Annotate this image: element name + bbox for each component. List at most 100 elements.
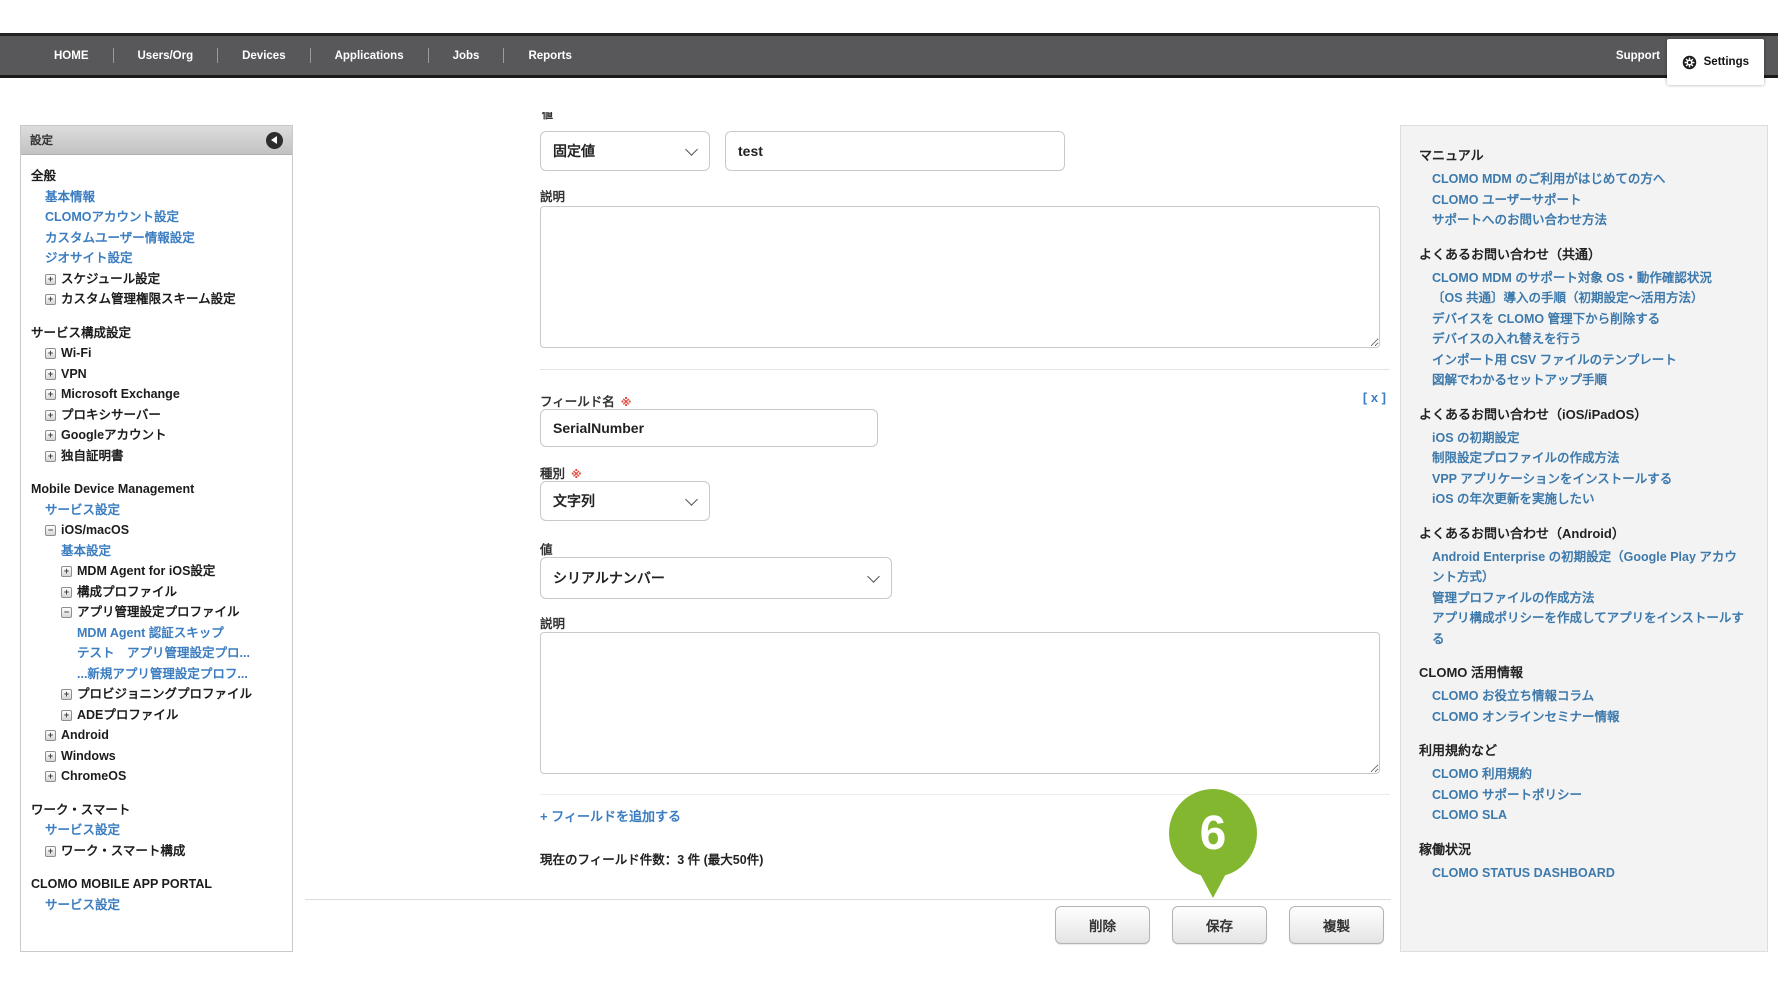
help-link[interactable]: Android Enterprise の初期設定（Google Play アカウ… — [1419, 547, 1749, 588]
help-link[interactable]: CLOMO ユーザーサポート — [1419, 190, 1749, 211]
description-textarea-2[interactable] — [540, 632, 1380, 774]
sidebar-item[interactable]: テスト アプリ管理設定プロ... — [31, 643, 282, 664]
sidebar-item-label[interactable]: 構成プロファイル — [77, 585, 177, 599]
collapse-sidebar-icon[interactable] — [266, 132, 283, 149]
expand-icon[interactable]: + — [45, 846, 56, 857]
value-type-select[interactable]: 固定値 — [540, 131, 710, 171]
sidebar-item-label[interactable]: Android — [61, 728, 109, 742]
help-link[interactable]: CLOMO SLA — [1419, 805, 1749, 826]
sidebar-item-label[interactable]: Wi-Fi — [61, 346, 91, 360]
sidebar-item-label[interactable]: プロキシサーバー — [61, 408, 161, 422]
field-kind-select[interactable]: 文字列 — [540, 481, 710, 521]
sidebar-item[interactable]: + プロビジョニングプロファイル — [31, 684, 282, 705]
help-link[interactable]: インポート用 CSV ファイルのテンプレート — [1419, 350, 1749, 371]
sidebar-item[interactable]: −iOS/macOS — [31, 520, 282, 541]
sidebar-item-label[interactable]: テスト アプリ管理設定プロ... — [77, 646, 250, 660]
sidebar-item[interactable]: サービス設定 — [31, 820, 282, 841]
expand-icon[interactable]: + — [45, 369, 56, 380]
help-link[interactable]: CLOMO 利用規約 — [1419, 764, 1749, 785]
nav-item-applications[interactable]: Applications — [311, 50, 428, 62]
delete-button[interactable]: 削除 — [1055, 906, 1150, 944]
sidebar-item[interactable]: + Wi-Fi — [31, 343, 282, 364]
help-link[interactable]: CLOMO MDM のご利用がはじめての方へ — [1419, 169, 1749, 190]
help-link[interactable]: 図解でわかるセットアップ手順 — [1419, 370, 1749, 391]
sidebar-item[interactable]: +ワーク・スマート構成 — [31, 841, 282, 862]
nav-tab-settings[interactable]: Settings — [1667, 39, 1764, 85]
nav-item-home[interactable]: HOME — [30, 50, 113, 62]
sidebar-item[interactable]: +Microsoft Exchange — [31, 384, 282, 405]
expand-icon[interactable]: + — [61, 710, 72, 721]
sidebar-item-label[interactable]: ...新規アプリ管理設定プロフ... — [77, 667, 248, 681]
sidebar-item[interactable]: ...新規アプリ管理設定プロフ... — [31, 664, 282, 685]
nav-item-support[interactable]: Support — [1616, 36, 1660, 75]
sidebar-item-label[interactable]: アプリ管理設定プロファイル — [77, 605, 240, 619]
help-link[interactable]: iOS の初期設定 — [1419, 428, 1749, 449]
expand-icon[interactable]: + — [45, 274, 56, 285]
sidebar-item[interactable]: +Googleアカウント — [31, 425, 282, 446]
expand-icon[interactable]: + — [45, 294, 56, 305]
duplicate-button[interactable]: 複製 — [1289, 906, 1384, 944]
sidebar-item-label[interactable]: 基本設定 — [61, 544, 111, 558]
fixed-value-input[interactable] — [725, 131, 1065, 171]
sidebar-item[interactable]: CLOMOアカウント設定 — [31, 207, 282, 228]
sidebar-item-label[interactable]: スケジュール設定 — [61, 272, 160, 286]
field-value-select[interactable]: シリアルナンバー — [540, 557, 892, 599]
expand-icon[interactable]: + — [45, 348, 56, 359]
help-link[interactable]: 制限設定プロファイルの作成方法 — [1419, 448, 1749, 469]
help-link[interactable]: VPP アプリケーションをインストールする — [1419, 469, 1749, 490]
sidebar-item-label[interactable]: MDM Agent for iOS設定 — [77, 564, 215, 578]
sidebar-item-label[interactable]: VPN — [61, 367, 87, 381]
help-link[interactable]: 管理プロファイルの作成方法 — [1419, 588, 1749, 609]
expand-icon[interactable]: + — [45, 730, 56, 741]
sidebar-item-label[interactable]: プロビジョニングプロファイル — [77, 687, 252, 701]
expand-icon[interactable]: + — [45, 751, 56, 762]
collapse-icon[interactable]: − — [45, 525, 56, 536]
expand-icon[interactable]: + — [61, 587, 72, 598]
sidebar-item[interactable]: カスタムユーザー情報設定 — [31, 228, 282, 249]
expand-icon[interactable]: + — [61, 689, 72, 700]
help-link[interactable]: CLOMO オンラインセミナー情報 — [1419, 707, 1749, 728]
sidebar-item-label[interactable]: サービス設定 — [45, 823, 120, 837]
expand-icon[interactable]: + — [45, 410, 56, 421]
sidebar-item[interactable]: + プロキシサーバー — [31, 405, 282, 426]
sidebar-item[interactable]: +独自証明書 — [31, 446, 282, 467]
help-link[interactable]: サポートへのお問い合わせ方法 — [1419, 210, 1749, 231]
nav-item-devices[interactable]: Devices — [218, 50, 309, 62]
sidebar-item-label[interactable]: サービス設定 — [45, 503, 120, 517]
sidebar-item-label[interactable]: ADEプロファイル — [77, 708, 178, 722]
nav-item-users-org[interactable]: Users/Org — [114, 50, 218, 62]
sidebar-item[interactable]: + カスタム管理権限スキーム設定 — [31, 289, 282, 310]
expand-icon[interactable]: + — [45, 451, 56, 462]
help-link[interactable]: 〔OS 共通〕導入の手順（初期設定～活用方法） — [1419, 288, 1749, 309]
help-link[interactable]: iOS の年次更新を実施したい — [1419, 489, 1749, 510]
sidebar-item-label[interactable]: ChromeOS — [61, 769, 126, 783]
sidebar-item[interactable]: ジオサイト設定 — [31, 248, 282, 269]
description-textarea-1[interactable] — [540, 206, 1380, 348]
expand-icon[interactable]: + — [45, 771, 56, 782]
sidebar-item-label[interactable]: サービス設定 — [45, 898, 120, 912]
help-link[interactable]: アプリ構成ポリシーを作成してアプリをインストールする — [1419, 608, 1749, 649]
sidebar-item-label[interactable]: CLOMOアカウント設定 — [45, 210, 179, 224]
help-link[interactable]: CLOMO STATUS DASHBOARD — [1419, 863, 1749, 884]
sidebar-item[interactable]: + VPN — [31, 364, 282, 385]
field-name-input[interactable] — [540, 409, 878, 447]
sidebar-item[interactable]: MDM Agent 認証スキップ — [31, 623, 282, 644]
sidebar-item[interactable]: −アプリ管理設定プロファイル — [31, 602, 282, 623]
sidebar-item[interactable]: + スケジュール設定 — [31, 269, 282, 290]
expand-icon[interactable]: + — [45, 389, 56, 400]
sidebar-item[interactable]: +Windows — [31, 746, 282, 767]
sidebar-item[interactable]: + Android — [31, 725, 282, 746]
sidebar-item-label[interactable]: iOS/macOS — [61, 523, 129, 537]
sidebar-item-label[interactable]: カスタム管理権限スキーム設定 — [61, 292, 236, 306]
sidebar-item[interactable]: + ADEプロファイル — [31, 705, 282, 726]
sidebar-item[interactable]: サービス設定 — [31, 895, 282, 916]
sidebar-item-label[interactable]: MDM Agent 認証スキップ — [77, 626, 224, 640]
sidebar-item-label[interactable]: ジオサイト設定 — [45, 251, 133, 265]
help-link[interactable]: CLOMO MDM のサポート対象 OS・動作確認状況 — [1419, 268, 1749, 289]
help-link[interactable]: デバイスの入れ替えを行う — [1419, 329, 1749, 350]
sidebar-item[interactable]: + ChromeOS — [31, 766, 282, 787]
sidebar-item-label[interactable]: 基本情報 — [45, 190, 95, 204]
remove-field-button[interactable]: [ x ] — [1328, 390, 1386, 405]
expand-icon[interactable]: + — [45, 430, 56, 441]
help-link[interactable]: デバイスを CLOMO 管理下から削除する — [1419, 309, 1749, 330]
